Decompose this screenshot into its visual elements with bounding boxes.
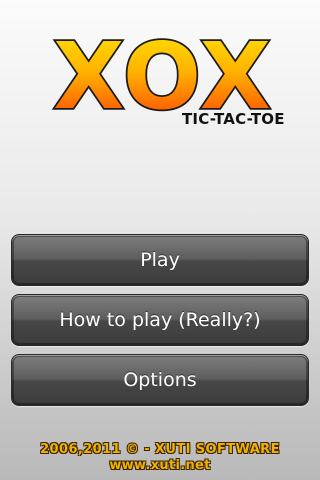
app-logo: XOX TIC-TAC-TOE bbox=[0, 0, 320, 140]
copyright-text: 2006,2011 © - XUTI SOFTWARE bbox=[40, 442, 280, 457]
logo-title: XOX bbox=[51, 28, 273, 118]
logo-title-text: XOX bbox=[53, 28, 273, 118]
play-button[interactable]: Play bbox=[11, 234, 309, 286]
options-button[interactable]: Options bbox=[11, 354, 309, 406]
logo-subtitle: TIC-TAC-TOE bbox=[182, 110, 285, 128]
how-to-play-button[interactable]: How to play (Really?) bbox=[11, 294, 309, 346]
website-link[interactable]: www.xuti.net bbox=[0, 458, 320, 473]
